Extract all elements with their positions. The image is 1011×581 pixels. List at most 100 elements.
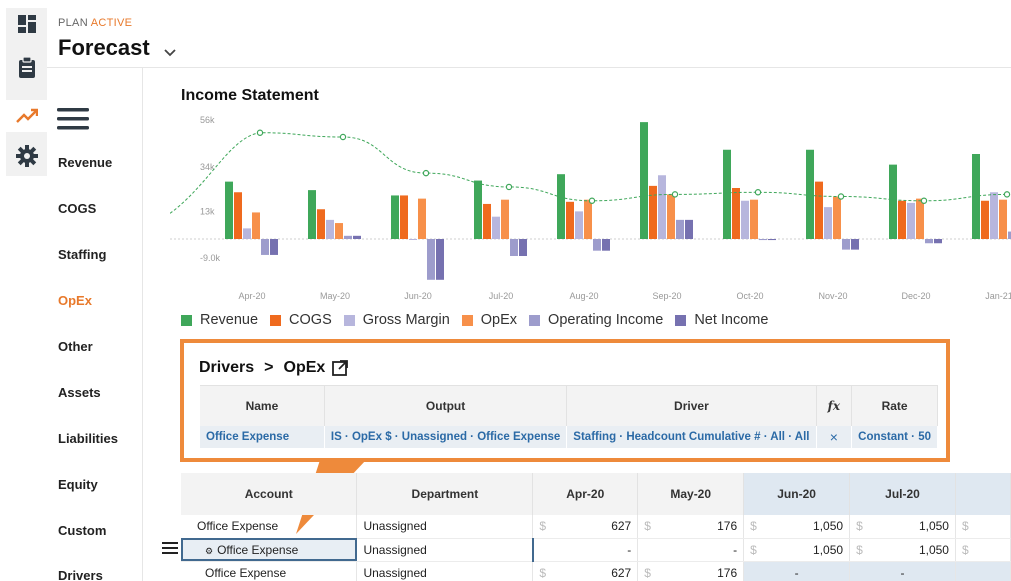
value-cell[interactable]: $176	[637, 515, 745, 539]
account-cell-selected[interactable]: ⚙ Office Expense	[181, 538, 358, 562]
trend-point	[920, 197, 928, 204]
trend-point	[422, 169, 430, 177]
bar-cogs	[234, 192, 242, 239]
bar-revenue	[225, 181, 233, 239]
driver-source[interactable]: Staffing · Headcount Cumulative # · All …	[566, 425, 817, 448]
sidebar-item-revenue[interactable]: Revenue	[58, 155, 112, 170]
chevron-down-icon[interactable]	[164, 44, 176, 62]
drag-handle-icon[interactable]	[162, 541, 178, 559]
trend-point	[505, 183, 513, 191]
sidebar-item-drivers[interactable]: Drivers	[58, 568, 103, 581]
legend-item-net-income[interactable]: Net Income	[675, 312, 768, 328]
bar-net-income	[851, 239, 859, 250]
driver-row[interactable]: Office Expense IS · OpEx $ · Unassigned …	[200, 425, 938, 448]
legend-item-revenue[interactable]: Revenue	[181, 312, 258, 328]
column-header-jun-20[interactable]: Jun-20	[743, 473, 851, 515]
value-cell[interactable]	[955, 561, 1011, 581]
value-cell[interactable]: $1,050	[743, 538, 851, 562]
header-divider	[47, 67, 1011, 68]
plan-status: PLAN ACTIVE	[58, 17, 132, 29]
sidebar-item-liabilities[interactable]: Liabilities	[58, 431, 118, 446]
driver-rate[interactable]: Constant · 50	[851, 425, 938, 448]
currency-symbol: $	[750, 542, 757, 557]
legend-item-cogs[interactable]: COGS	[270, 312, 332, 328]
value-cell[interactable]: -	[849, 561, 956, 581]
department-cell[interactable]: Unassigned	[356, 561, 534, 581]
column-header-fx[interactable]: fx	[816, 385, 853, 426]
column-header-may-20[interactable]: May-20	[637, 473, 745, 515]
bar-cogs	[898, 200, 906, 239]
column-header-rate[interactable]: Rate	[851, 385, 938, 426]
bar-net-income	[436, 239, 444, 280]
value-cell[interactable]: $176	[637, 561, 745, 581]
department-cell[interactable]: Unassigned	[356, 515, 534, 539]
value-text: 627	[611, 565, 632, 580]
bar-revenue	[889, 164, 897, 239]
breadcrumb-opex: OpEx	[283, 359, 326, 376]
account-grid: Account Department Apr-20 May-20 Jun-20 …	[181, 473, 1011, 581]
driver-name[interactable]: Office Expense	[200, 425, 325, 448]
bar-cogs	[815, 181, 823, 239]
sidebar-divider	[142, 68, 143, 581]
table-row[interactable]: Office Expense Unassigned $627 $176 - -	[181, 561, 1011, 581]
bar-operating-income	[842, 239, 850, 250]
column-header-apr-20[interactable]: Apr-20	[532, 473, 639, 515]
legend-label: Gross Margin	[362, 312, 450, 328]
hamburger-menu-icon[interactable]	[57, 108, 89, 135]
table-row[interactable]: ⚙ Office Expense Unassigned - - $1,050 $1…	[181, 538, 1011, 562]
gear-icon[interactable]	[6, 140, 47, 172]
close-icon[interactable]: ×	[816, 425, 853, 448]
sidebar-item-equity[interactable]: Equity	[58, 477, 98, 492]
sidebar-item-other[interactable]: Other	[58, 339, 93, 354]
x-tick-label: Oct-20	[736, 291, 763, 301]
value-cell[interactable]: $	[955, 515, 1011, 539]
table-row[interactable]: Office Expense Unassigned $627 $176 $1,0…	[181, 515, 1011, 539]
column-header-department[interactable]: Department	[356, 473, 534, 515]
value-cell[interactable]: $627	[532, 561, 639, 581]
sidebar-item-opex[interactable]: OpEx	[58, 293, 92, 308]
legend-item-opex[interactable]: OpEx	[461, 312, 517, 328]
trend-icon[interactable]	[6, 100, 47, 132]
value-cell[interactable]: -	[532, 538, 639, 562]
value-cell[interactable]: $1,050	[849, 515, 956, 539]
breadcrumb-separator: >	[264, 359, 274, 376]
bar-cogs	[317, 209, 325, 239]
column-header-output[interactable]: Output	[324, 385, 568, 426]
column-header-driver[interactable]: Driver	[566, 385, 817, 426]
bar-opex	[335, 223, 343, 239]
clipboard-icon[interactable]	[6, 52, 47, 84]
bar-net-income	[353, 235, 361, 239]
value-text: 1,050	[918, 519, 949, 534]
bar-gross-margin	[575, 211, 583, 239]
bar-operating-income	[925, 239, 933, 244]
column-header-name[interactable]: Name	[200, 385, 325, 426]
driver-output[interactable]: IS · OpEx $ · Unassigned · Office Expens…	[324, 425, 568, 448]
value-cell[interactable]: -	[637, 538, 745, 562]
bar-gross-margin	[326, 219, 334, 239]
value-cell[interactable]: $1,050	[849, 538, 956, 562]
bar-opex	[584, 199, 592, 239]
account-cell[interactable]: Office Expense	[181, 561, 358, 581]
value-cell[interactable]: -	[743, 561, 851, 581]
account-cell[interactable]: Office Expense	[181, 515, 358, 539]
sidebar-item-assets[interactable]: Assets	[58, 385, 101, 400]
sidebar-item-cogs[interactable]: COGS	[58, 201, 96, 216]
department-cell[interactable]: Unassigned	[356, 538, 534, 562]
bar-opex	[418, 198, 426, 239]
value-cell[interactable]: $627	[532, 515, 639, 539]
dashboard-icon[interactable]	[6, 8, 47, 40]
sidebar-item-custom[interactable]: Custom	[58, 523, 106, 538]
sidebar-item-staffing[interactable]: Staffing	[58, 247, 106, 262]
bar-operating-income	[759, 239, 767, 241]
breadcrumb-drivers[interactable]: Drivers	[199, 359, 254, 377]
column-header-jul-20[interactable]: Jul-20	[849, 473, 956, 515]
legend-item-operating-income[interactable]: Operating Income	[529, 312, 663, 328]
value-text: 1,050	[813, 542, 844, 557]
external-link-icon[interactable]	[332, 360, 349, 376]
value-cell[interactable]: $1,050	[743, 515, 851, 539]
legend-item-gross-margin[interactable]: Gross Margin	[343, 312, 450, 328]
value-cell[interactable]: $	[955, 538, 1011, 562]
bar-operating-income	[344, 235, 352, 239]
column-header-account[interactable]: Account	[181, 473, 358, 515]
value-text: 176	[717, 565, 738, 580]
